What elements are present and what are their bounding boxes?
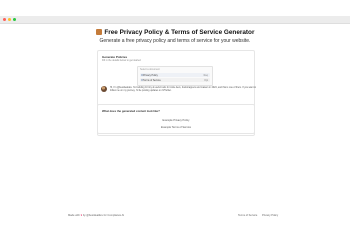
footer-terms-link[interactable]: Terms of Service xyxy=(238,214,257,217)
settings-description: Fill in the details below to get started xyxy=(102,59,141,62)
document-select-label: Select a document xyxy=(140,68,160,71)
maximize-window-icon[interactable] xyxy=(13,18,16,21)
footer: Made with ♥ by @bestdealdev for Complian… xyxy=(0,212,350,220)
option-privacy-policy[interactable]: Privacy Policy Req xyxy=(140,73,210,77)
page-title-text: Free Privacy Policy & Terms of Service G… xyxy=(104,29,255,36)
notebook-icon xyxy=(95,29,102,35)
page-subtitle: Generate a free privacy policy and terms… xyxy=(99,38,251,44)
option-label: Privacy Policy xyxy=(143,73,158,77)
author-note: Hi, I'm @bestdealdev. I'm building 10 ti… xyxy=(101,86,256,98)
document-select[interactable]: Select a document Privacy Policy Req Ter… xyxy=(137,66,213,86)
option-label: Terms of Service xyxy=(143,78,161,82)
browser-toolbar xyxy=(0,16,350,24)
example-terms-of-service-link[interactable]: Example Terms of Service xyxy=(98,126,254,129)
results-title: What does the generated content look lik… xyxy=(102,109,160,113)
option-tag: Req xyxy=(203,73,208,77)
example-results-card: What does the generated content look lik… xyxy=(97,104,255,134)
avatar xyxy=(101,86,107,92)
close-window-icon[interactable] xyxy=(3,18,6,21)
minimize-window-icon[interactable] xyxy=(8,18,11,21)
author-note-text: Hi, I'm @bestdealdev. I'm building 10 ti… xyxy=(110,87,257,93)
window-controls xyxy=(3,18,16,21)
example-privacy-policy-link[interactable]: Example Privacy Policy xyxy=(98,119,254,122)
footer-author[interactable]: by @bestdealdev for Compliance AI xyxy=(83,214,124,217)
option-tag: Opt xyxy=(204,78,208,82)
footer-credit: Made with ♥ by @bestdealdev for Complian… xyxy=(68,214,124,217)
footer-made-with: Made with xyxy=(68,214,80,217)
footer-privacy-link[interactable]: Privacy Policy xyxy=(262,214,278,217)
option-terms-of-service[interactable]: Terms of Service Opt xyxy=(140,78,210,82)
page-title: Free Privacy Policy & Terms of Service G… xyxy=(0,29,350,36)
